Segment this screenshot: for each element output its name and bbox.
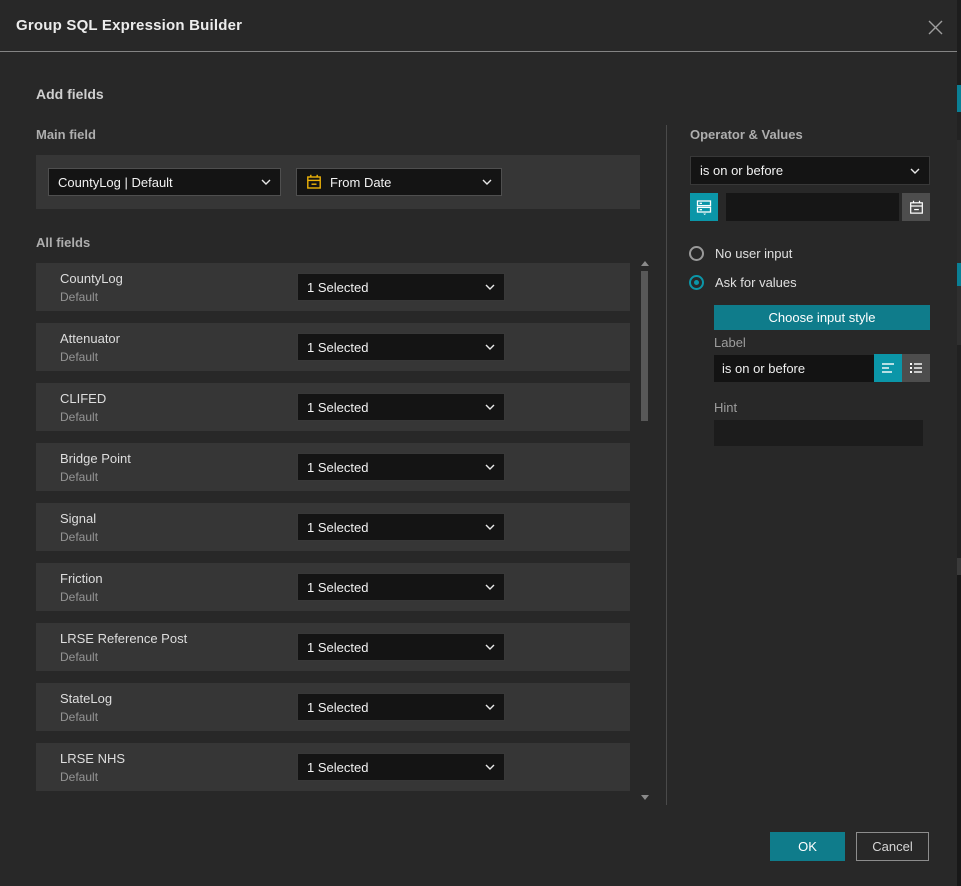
field-row-friction: Friction Default 1 Selected — [36, 563, 630, 611]
field-values-dropdown-value: 1 Selected — [307, 280, 485, 295]
align-left-lines-icon — [881, 361, 895, 375]
set-from-data-button[interactable] — [690, 193, 718, 221]
field-name: Friction — [60, 570, 290, 587]
panel-divider — [666, 125, 667, 805]
main-field-dropdown-value: From Date — [330, 175, 474, 190]
label-field-label: Label — [714, 335, 746, 350]
field-values-dropdown[interactable]: 1 Selected — [297, 333, 505, 361]
layer-dropdown[interactable]: CountyLog | Default — [48, 168, 281, 196]
dialog-title: Group SQL Expression Builder — [16, 17, 242, 34]
field-subtitle: Default — [60, 589, 290, 605]
field-values-dropdown[interactable]: 1 Selected — [297, 633, 505, 661]
field-name: CountyLog — [60, 270, 290, 287]
hint-field-label: Hint — [714, 400, 737, 415]
field-values-dropdown[interactable]: 1 Selected — [297, 573, 505, 601]
field-row-bridge-point: Bridge Point Default 1 Selected — [36, 443, 630, 491]
cancel-button[interactable]: Cancel — [856, 832, 929, 861]
stacked-values-icon — [696, 199, 712, 215]
bulleted-list-icon — [909, 361, 923, 375]
all-fields-heading: All fields — [36, 235, 90, 250]
chevron-down-icon — [485, 644, 495, 650]
chevron-down-icon — [910, 168, 920, 174]
field-values-dropdown-value: 1 Selected — [307, 640, 485, 655]
field-subtitle: Default — [60, 709, 290, 725]
label-input[interactable] — [714, 355, 874, 382]
field-name: CLIFED — [60, 390, 290, 407]
field-values-dropdown-value: 1 Selected — [307, 400, 485, 415]
field-subtitle: Default — [60, 529, 290, 545]
radio-label: Ask for values — [715, 275, 797, 290]
field-row-countylog: CountyLog Default 1 Selected — [36, 263, 630, 311]
field-subtitle: Default — [60, 649, 290, 665]
group-sql-expression-builder-dialog: { "dialog": { "title": "Group SQL Expres… — [0, 0, 961, 886]
ok-button[interactable]: OK — [770, 832, 845, 861]
field-name: LRSE NHS — [60, 750, 290, 767]
background-app-edge — [957, 0, 961, 886]
field-values-dropdown[interactable]: 1 Selected — [297, 693, 505, 721]
chevron-down-icon — [485, 704, 495, 710]
chevron-down-icon — [482, 179, 492, 185]
field-name: StateLog — [60, 690, 290, 707]
field-values-dropdown[interactable]: 1 Selected — [297, 393, 505, 421]
field-values-dropdown-value: 1 Selected — [307, 520, 485, 535]
field-subtitle: Default — [60, 349, 290, 365]
single-line-input-style-button[interactable] — [874, 354, 902, 382]
radio-ask-for-values[interactable]: Ask for values — [689, 275, 797, 290]
field-values-dropdown[interactable]: 1 Selected — [297, 273, 505, 301]
date-picker-button[interactable] — [902, 193, 930, 221]
close-icon[interactable] — [925, 17, 945, 37]
operator-dropdown-value: is on or before — [700, 163, 910, 178]
list-input-style-button[interactable] — [902, 354, 930, 382]
radio-button — [689, 275, 704, 290]
chevron-down-icon — [485, 524, 495, 530]
main-field-heading: Main field — [36, 127, 96, 142]
dialog-header: Group SQL Expression Builder — [0, 0, 957, 52]
field-row-signal: Signal Default 1 Selected — [36, 503, 630, 551]
hint-input[interactable] — [714, 420, 923, 446]
operator-dropdown[interactable]: is on or before — [690, 156, 930, 185]
main-field-dropdown[interactable]: From Date — [296, 168, 502, 196]
field-values-dropdown-value: 1 Selected — [307, 760, 485, 775]
field-row-statelog: StateLog Default 1 Selected — [36, 683, 630, 731]
calendar-date-icon — [306, 174, 322, 190]
chevron-down-icon — [485, 284, 495, 290]
field-values-dropdown[interactable]: 1 Selected — [297, 753, 505, 781]
field-subtitle: Default — [60, 769, 290, 785]
calendar-icon — [909, 200, 924, 215]
field-name: Bridge Point — [60, 450, 290, 467]
field-subtitle: Default — [60, 289, 290, 305]
operator-values-heading: Operator & Values — [690, 127, 803, 142]
field-values-dropdown-value: 1 Selected — [307, 460, 485, 475]
scrollbar-up-arrow[interactable] — [641, 259, 649, 267]
choose-input-style-button[interactable]: Choose input style — [714, 305, 930, 330]
layer-dropdown-value: CountyLog | Default — [58, 175, 261, 190]
chevron-down-icon — [485, 464, 495, 470]
scrollbar-down-arrow[interactable] — [641, 793, 649, 801]
field-subtitle: Default — [60, 409, 290, 425]
field-row-clifed: CLIFED Default 1 Selected — [36, 383, 630, 431]
chevron-down-icon — [485, 584, 495, 590]
radio-button — [689, 246, 704, 261]
field-subtitle: Default — [60, 469, 290, 485]
field-values-dropdown-value: 1 Selected — [307, 700, 485, 715]
field-name: Attenuator — [60, 330, 290, 347]
chevron-down-icon — [485, 344, 495, 350]
add-fields-heading: Add fields — [36, 86, 104, 102]
chevron-down-icon — [261, 179, 271, 185]
field-values-dropdown-value: 1 Selected — [307, 340, 485, 355]
scrollbar-thumb[interactable] — [641, 271, 648, 421]
field-row-lrse-nhs: LRSE NHS Default 1 Selected — [36, 743, 630, 791]
field-row-lrse-reference-post: LRSE Reference Post Default 1 Selected — [36, 623, 630, 671]
field-values-dropdown-value: 1 Selected — [307, 580, 485, 595]
radio-label: No user input — [715, 246, 792, 261]
field-name: LRSE Reference Post — [60, 630, 290, 647]
value-input[interactable] — [726, 193, 899, 221]
field-row-attenuator: Attenuator Default 1 Selected — [36, 323, 630, 371]
chevron-down-icon — [485, 764, 495, 770]
field-values-dropdown[interactable]: 1 Selected — [297, 513, 505, 541]
field-values-dropdown[interactable]: 1 Selected — [297, 453, 505, 481]
field-name: Signal — [60, 510, 290, 527]
radio-no-user-input[interactable]: No user input — [689, 246, 792, 261]
chevron-down-icon — [485, 404, 495, 410]
